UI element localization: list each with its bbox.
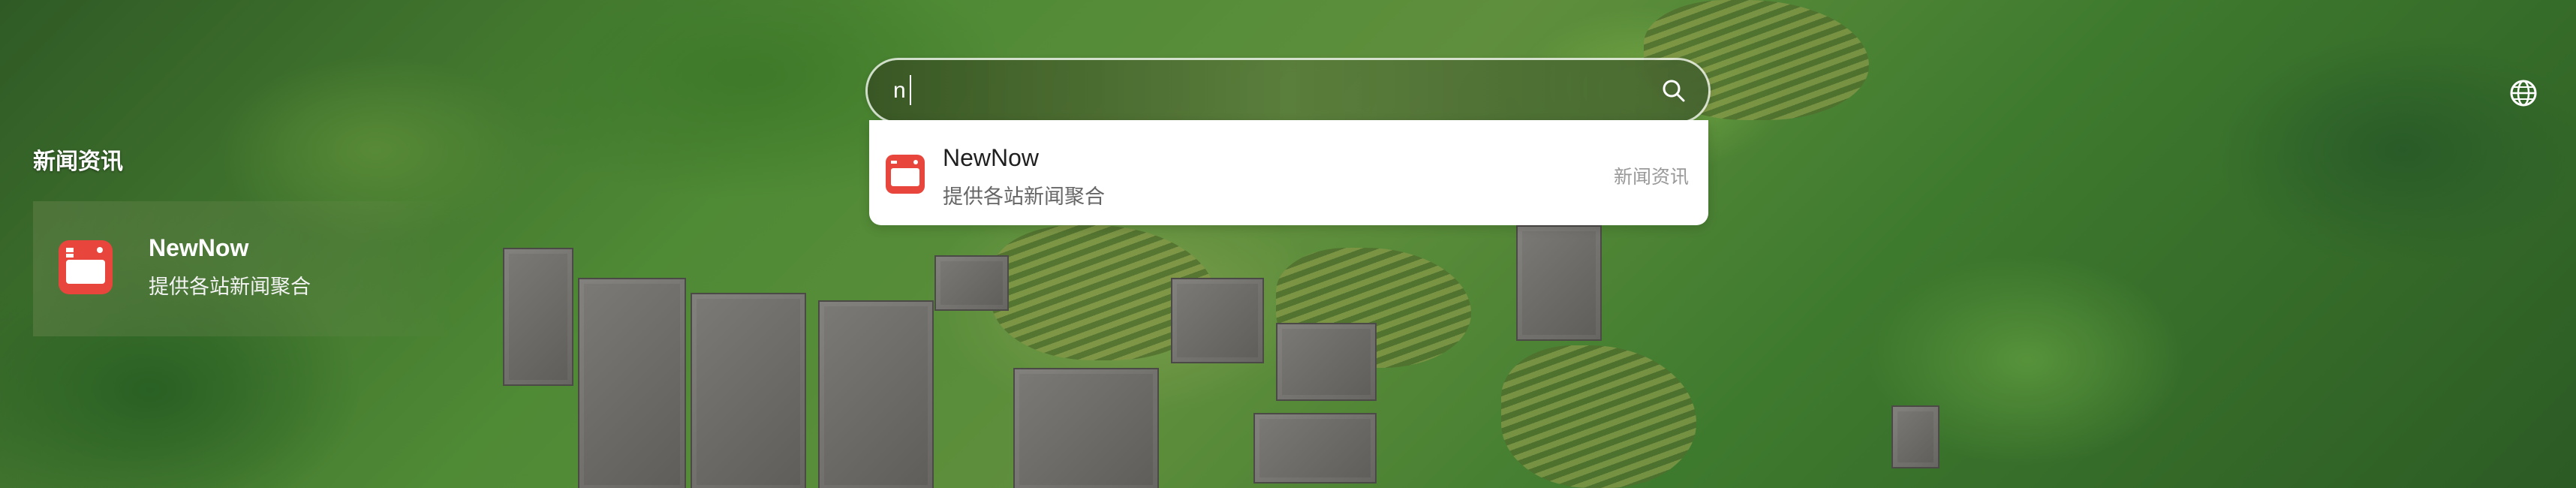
newnow-app-icon bbox=[59, 240, 113, 294]
result-description: 提供各站新闻聚合 bbox=[943, 185, 1105, 208]
terrace-field bbox=[1501, 345, 1696, 488]
search-results-dropdown: NewNow 提供各站新闻聚合 新闻资讯 bbox=[869, 120, 1708, 225]
rooftop bbox=[578, 278, 686, 488]
rooftop bbox=[818, 300, 934, 488]
result-category: 新闻资讯 bbox=[1613, 167, 1689, 188]
rooftop bbox=[1253, 413, 1377, 483]
search-result-item[interactable]: NewNow 提供各站新闻聚合 新闻资讯 bbox=[869, 120, 1708, 225]
rooftop bbox=[503, 248, 573, 386]
search-icon[interactable] bbox=[1659, 76, 1689, 106]
rooftop bbox=[1013, 368, 1159, 488]
result-name: NewNow bbox=[943, 144, 1040, 171]
search-bar[interactable] bbox=[868, 60, 1708, 122]
rooftop bbox=[1276, 323, 1377, 401]
rooftop bbox=[1891, 405, 1940, 468]
rooftop bbox=[934, 255, 1009, 311]
search-input[interactable] bbox=[893, 74, 1614, 108]
text-caret bbox=[910, 75, 911, 105]
widget-app-card[interactable]: NewNow 提供各站新闻聚合 bbox=[33, 201, 453, 336]
widget-app-name: NewNow bbox=[149, 234, 249, 261]
widget-title: 新闻资讯 bbox=[33, 149, 123, 174]
rooftop bbox=[1516, 225, 1602, 341]
rooftop bbox=[1171, 278, 1264, 363]
newnow-app-icon bbox=[886, 155, 925, 194]
widget-app-description: 提供各站新闻聚合 bbox=[149, 276, 311, 298]
globe-icon[interactable] bbox=[2507, 77, 2540, 110]
rooftop bbox=[691, 293, 806, 488]
